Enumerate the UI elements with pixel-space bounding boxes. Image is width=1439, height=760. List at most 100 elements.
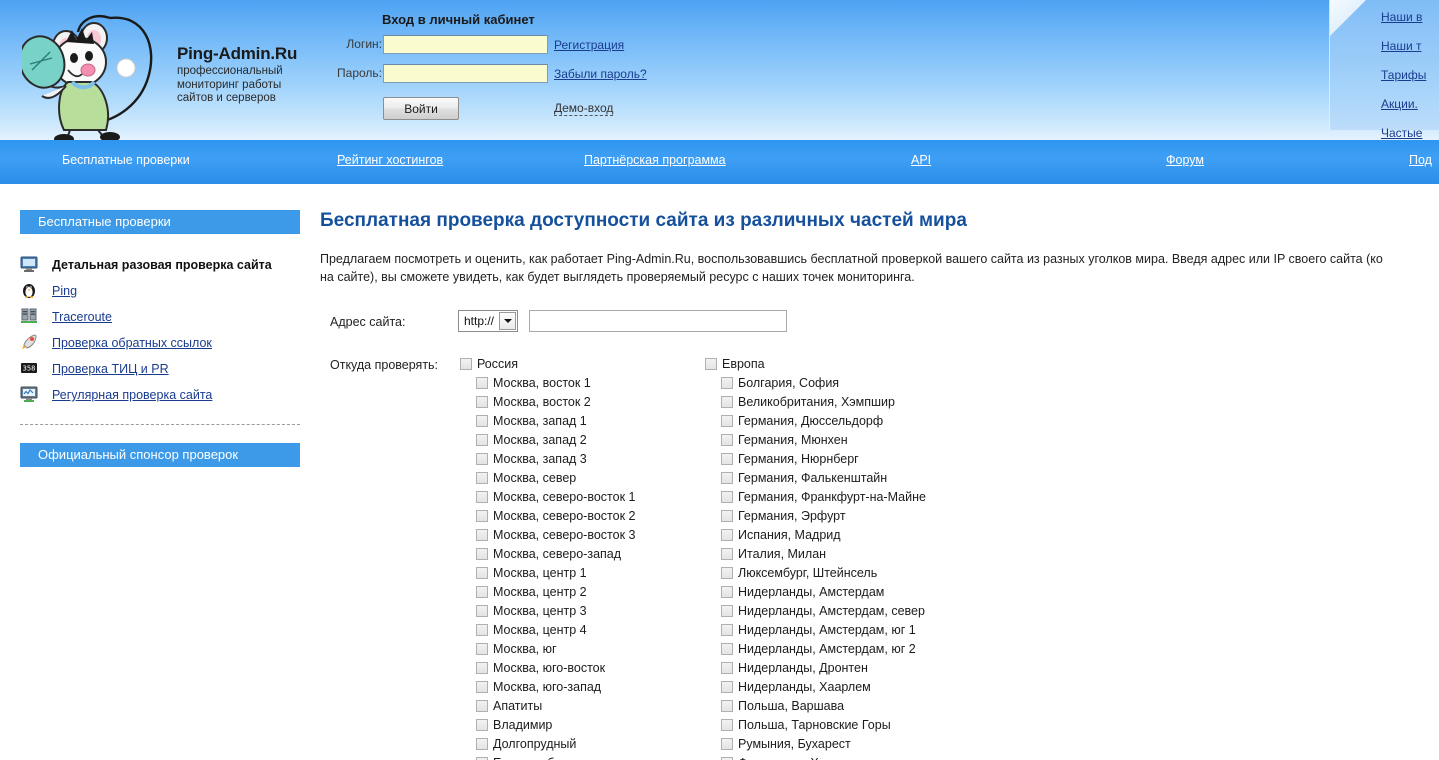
sidebar-item-label[interactable]: Регулярная проверка сайта <box>52 388 212 402</box>
location-row[interactable]: Москва, центр 4 <box>460 620 710 639</box>
location-row[interactable]: Москва, северо-запад <box>460 544 710 563</box>
location-row[interactable]: Польша, Тарновские Горы <box>705 715 985 734</box>
location-checkbox[interactable] <box>721 491 733 503</box>
site-address-input[interactable] <box>529 310 787 332</box>
location-row[interactable]: Италия, Милан <box>705 544 985 563</box>
location-checkbox[interactable] <box>476 510 488 522</box>
location-row[interactable]: Москва, запад 1 <box>460 411 710 430</box>
location-checkbox[interactable] <box>721 472 733 484</box>
corner-link-0[interactable]: Наши в <box>1381 10 1439 24</box>
location-checkbox[interactable] <box>476 567 488 579</box>
location-checkbox[interactable] <box>721 738 733 750</box>
protocol-select[interactable]: http:// <box>458 310 518 332</box>
region-header-0[interactable]: Россия <box>460 354 710 373</box>
location-checkbox[interactable] <box>721 719 733 731</box>
login-input[interactable] <box>383 35 548 54</box>
location-checkbox[interactable] <box>476 434 488 446</box>
location-row[interactable]: Нидерланды, Амстердам <box>705 582 985 601</box>
location-checkbox[interactable] <box>476 415 488 427</box>
location-checkbox[interactable] <box>476 700 488 712</box>
sidebar-item-5[interactable]: Регулярная проверка сайта <box>20 382 300 408</box>
location-checkbox[interactable] <box>476 662 488 674</box>
location-checkbox[interactable] <box>721 643 733 655</box>
nav-item-5[interactable]: Под <box>1409 153 1432 167</box>
region-checkbox[interactable] <box>460 358 472 370</box>
location-row[interactable]: Москва, северо-восток 2 <box>460 506 710 525</box>
location-row[interactable]: Москва, запад 2 <box>460 430 710 449</box>
location-checkbox[interactable] <box>721 529 733 541</box>
location-checkbox[interactable] <box>476 681 488 693</box>
location-row[interactable]: Германия, Эрфурт <box>705 506 985 525</box>
location-checkbox[interactable] <box>721 605 733 617</box>
location-row[interactable]: Москва, центр 3 <box>460 601 710 620</box>
location-row[interactable]: Болгария, София <box>705 373 985 392</box>
location-row[interactable]: Германия, Дюссельдорф <box>705 411 985 430</box>
location-row[interactable]: Апатиты <box>460 696 710 715</box>
nav-item-4[interactable]: Форум <box>1166 153 1204 167</box>
location-row[interactable]: Германия, Франкфурт-на-Майне <box>705 487 985 506</box>
location-checkbox[interactable] <box>476 529 488 541</box>
location-row[interactable]: Долгопрудный <box>460 734 710 753</box>
chevron-down-icon[interactable] <box>499 312 516 330</box>
location-row[interactable]: Нидерланды, Хаарлем <box>705 677 985 696</box>
sidebar-item-label[interactable]: Проверка ТИЦ и PR <box>52 362 169 376</box>
corner-link-1[interactable]: Наши т <box>1381 39 1439 53</box>
sidebar-item-label[interactable]: Traceroute <box>52 310 112 324</box>
location-row[interactable]: Москва, северо-восток 1 <box>460 487 710 506</box>
location-checkbox[interactable] <box>476 757 488 760</box>
location-checkbox[interactable] <box>721 681 733 693</box>
location-row[interactable]: Екатеринбург, запад <box>460 753 710 760</box>
location-row[interactable]: Нидерланды, Амстердам, юг 1 <box>705 620 985 639</box>
region-header-1[interactable]: Европа <box>705 354 985 373</box>
demo-login-link[interactable]: Демо-вход <box>554 101 613 116</box>
corner-link-4[interactable]: Частые <box>1381 126 1439 140</box>
location-checkbox[interactable] <box>476 453 488 465</box>
nav-item-1[interactable]: Рейтинг хостингов <box>337 153 443 167</box>
location-checkbox[interactable] <box>721 396 733 408</box>
sidebar-item-label[interactable]: Проверка обратных ссылок <box>52 336 212 350</box>
location-checkbox[interactable] <box>476 719 488 731</box>
location-row[interactable]: Москва, восток 1 <box>460 373 710 392</box>
location-row[interactable]: Москва, север <box>460 468 710 487</box>
location-row[interactable]: Финляндия, Хельсинки <box>705 753 985 760</box>
location-checkbox[interactable] <box>476 605 488 617</box>
location-checkbox[interactable] <box>721 415 733 427</box>
location-row[interactable]: Москва, юго-запад <box>460 677 710 696</box>
location-row[interactable]: Москва, центр 2 <box>460 582 710 601</box>
location-row[interactable]: Польша, Варшава <box>705 696 985 715</box>
location-checkbox[interactable] <box>721 510 733 522</box>
corner-link-3[interactable]: Акции. <box>1381 97 1439 111</box>
sidebar-item-1[interactable]: Ping <box>20 278 300 304</box>
location-checkbox[interactable] <box>721 662 733 674</box>
location-row[interactable]: Москва, центр 1 <box>460 563 710 582</box>
location-checkbox[interactable] <box>721 434 733 446</box>
register-link[interactable]: Регистрация <box>554 38 624 52</box>
password-input[interactable] <box>383 64 548 83</box>
location-checkbox[interactable] <box>476 624 488 636</box>
location-checkbox[interactable] <box>476 548 488 560</box>
location-row[interactable]: Великобритания, Хэмпшир <box>705 392 985 411</box>
region-checkbox[interactable] <box>705 358 717 370</box>
location-checkbox[interactable] <box>476 586 488 598</box>
location-row[interactable]: Германия, Нюрнберг <box>705 449 985 468</box>
location-row[interactable]: Москва, запад 3 <box>460 449 710 468</box>
location-row[interactable]: Москва, юго-восток <box>460 658 710 677</box>
location-checkbox[interactable] <box>721 377 733 389</box>
location-row[interactable]: Москва, северо-восток 3 <box>460 525 710 544</box>
login-submit-button[interactable]: Войти <box>383 97 459 120</box>
location-row[interactable]: Германия, Фалькенштайн <box>705 468 985 487</box>
location-row[interactable]: Владимир <box>460 715 710 734</box>
sidebar-item-label[interactable]: Ping <box>52 284 77 298</box>
sidebar-item-0[interactable]: Детальная разовая проверка сайта <box>20 252 300 278</box>
location-row[interactable]: Нидерланды, Амстердам, юг 2 <box>705 639 985 658</box>
location-checkbox[interactable] <box>476 643 488 655</box>
corner-link-2[interactable]: Тарифы <box>1381 68 1439 82</box>
location-checkbox[interactable] <box>721 548 733 560</box>
location-checkbox[interactable] <box>476 377 488 389</box>
nav-item-3[interactable]: API <box>911 153 931 167</box>
sidebar-item-4[interactable]: 358Проверка ТИЦ и PR <box>20 356 300 382</box>
location-row[interactable]: Нидерланды, Дронтен <box>705 658 985 677</box>
location-checkbox[interactable] <box>476 396 488 408</box>
location-row[interactable]: Москва, юг <box>460 639 710 658</box>
location-row[interactable]: Люксембург, Штейнсель <box>705 563 985 582</box>
